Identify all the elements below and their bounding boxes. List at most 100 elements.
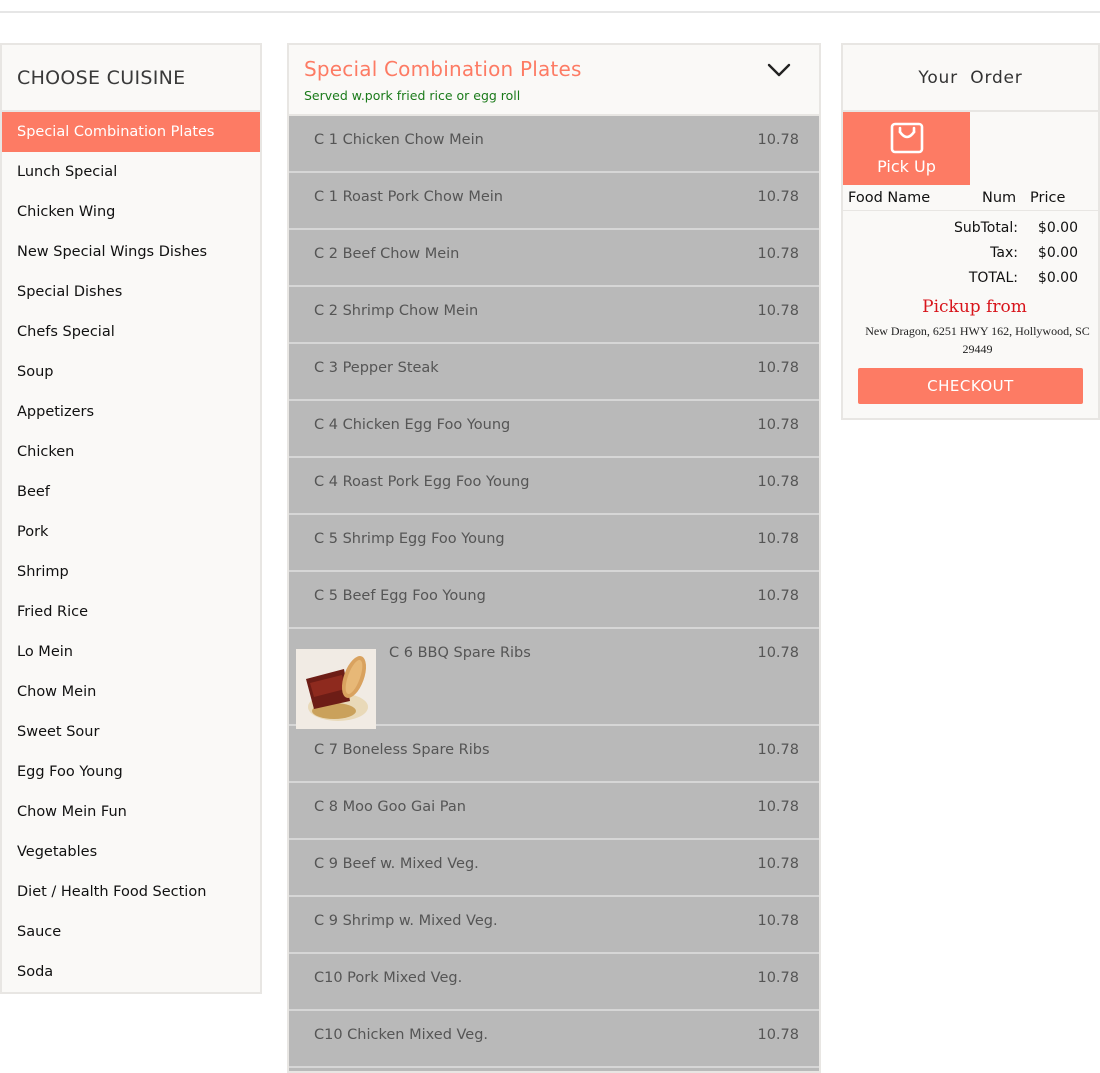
menu-item-name: C 4 Chicken Egg Foo Young [314,417,511,433]
order-title: Your Order [843,45,1098,112]
sidebar-item-appetizers[interactable]: Appetizers [2,392,260,432]
chevron-down-icon[interactable] [767,62,791,78]
sidebar-item-soda[interactable]: Soda [2,952,260,992]
menu-panel: Special Combination Plates Served w.pork… [287,43,821,1073]
menu-item-price: 10.78 [757,246,799,262]
column-price: Price [1030,189,1066,206]
menu-item-name: C 2 Shrimp Chow Mein [314,303,479,319]
menu-item-name: C 7 Boneless Spare Ribs [314,742,490,758]
menu-header[interactable]: Special Combination Plates Served w.pork… [289,45,819,116]
menu-item-name: C10 Pork Mixed Veg. [314,970,463,986]
sidebar-item-special-dishes[interactable]: Special Dishes [2,272,260,312]
sidebar-item-sweet-sour[interactable]: Sweet Sour [2,712,260,752]
menu-item-name: C 6 BBQ Spare Ribs [389,645,531,661]
menu-item-name: C 1 Roast Pork Chow Mein [314,189,503,205]
column-num: Num [982,189,1017,206]
menu-item-left: C 1 Chicken Chow Mein [314,132,484,148]
menu-item[interactable]: C 4 Chicken Egg Foo Young 10.78 [289,401,819,458]
sidebar-item-shrimp[interactable]: Shrimp [2,552,260,592]
sidebar-item-chow-mein-fun[interactable]: Chow Mein Fun [2,792,260,832]
cuisine-sidebar: CHOOSE CUISINE Special Combination Plate… [0,43,262,994]
menu-item-price: 10.78 [757,1027,799,1043]
sidebar-item-beef[interactable]: Beef [2,472,260,512]
menu-item-left: C 2 Shrimp Chow Mein [314,303,478,319]
pickup-button[interactable]: Pick Up [843,112,970,185]
sidebar-item-lunch-special[interactable]: Lunch Special [2,152,260,192]
menu-item-price: 10.78 [757,970,799,986]
menu-item-name: C10 Chicken Mixed Veg. [314,1027,489,1043]
top-divider [0,11,1100,13]
pickup-from-heading: Pickup from [922,297,1027,317]
sidebar-item-chow-mein[interactable]: Chow Mein [2,672,260,712]
checkout-button[interactable]: CHECKOUT [858,368,1083,404]
menu-item-price: 10.78 [757,913,799,929]
sidebar-item-diet-health-food-section[interactable]: Diet / Health Food Section [2,872,260,912]
menu-item-name: C 9 Beef w. Mixed Veg. [314,856,479,872]
subtotal-row: SubTotal: $0.00 [843,215,1098,240]
menu-item-left: C 1 Roast Pork Chow Mein [314,189,503,205]
menu-item-photo[interactable] [296,649,376,729]
menu-item[interactable]: C 1 Roast Pork Chow Mein 10.78 [289,173,819,230]
sidebar-item-chefs-special[interactable]: Chefs Special [2,312,260,352]
menu-item[interactable]: C 5 Beef Egg Foo Young 10.78 [289,572,819,629]
menu-item[interactable]: C10 Chicken Mixed Veg. 10.78 [289,1011,819,1068]
restaurant-address: New Dragon, 6251 HWY 162, Hollywood, SC … [865,324,1090,356]
sidebar-item-egg-foo-young[interactable]: Egg Foo Young [2,752,260,792]
menu-item[interactable]: C 2 Beef Chow Mein 10.78 [289,230,819,287]
sidebar-title: CHOOSE CUISINE [2,45,260,112]
menu-item-left: C 4 Chicken Egg Foo Young [314,417,510,433]
menu-item-name: C 9 Shrimp w. Mixed Veg. [314,913,498,929]
order-panel: Your Order Pick Up Food Name Num Price S… [841,43,1100,420]
menu-item[interactable]: C 7 Boneless Spare Ribs 10.78 [289,726,819,783]
order-columns: Food Name Num Price [843,185,1098,211]
menu-item[interactable]: C10 Pork Mixed Veg. 10.78 [289,954,819,1011]
menu-item-name: C 8 Moo Goo Gai Pan [314,799,466,815]
menu-item-left: C 6 BBQ Spare Ribs [296,645,531,729]
menu-item[interactable]: C 4 Roast Pork Egg Foo Young 10.78 [289,458,819,515]
sidebar-item-soup[interactable]: Soup [2,352,260,392]
total-row: TOTAL: $0.00 [843,265,1098,290]
menu-item[interactable]: C 5 Shrimp Egg Foo Young 10.78 [289,515,819,572]
sidebar-item-fried-rice[interactable]: Fried Rice [2,592,260,632]
menu-item[interactable]: C 1 Chicken Chow Mein 10.78 [289,116,819,173]
menu-item-price: 10.78 [757,588,799,604]
sidebar-item-chicken-wing[interactable]: Chicken Wing [2,192,260,232]
menu-item-list: C 1 Chicken Chow Mein 10.78 C 1 Roast Pork… [289,116,819,1068]
subtotal-label: SubTotal: [953,219,1018,236]
menu-item[interactable]: C 2 Shrimp Chow Mein 10.78 [289,287,819,344]
order-totals: SubTotal: $0.00 Tax: $0.00 TOTAL: $0.00 [843,211,1098,290]
menu-item[interactable]: C 3 Pepper Steak 10.78 [289,344,819,401]
menu-item-name: C 4 Roast Pork Egg Foo Young [314,474,530,490]
cuisine-list: Special Combination Plates Lunch Special C… [2,112,260,992]
menu-item-price: 10.78 [757,474,799,490]
tax-row: Tax: $0.00 [843,240,1098,265]
total-value: $0.00 [1037,269,1078,286]
sidebar-item-new-special-wings-dishes[interactable]: New Special Wings Dishes [2,232,260,272]
sidebar-item-sauce[interactable]: Sauce [2,912,260,952]
menu-item-price: 10.78 [757,799,799,815]
sidebar-item-lo-mein[interactable]: Lo Mein [2,632,260,672]
menu-item[interactable]: C 9 Shrimp w. Mixed Veg. 10.78 [289,897,819,954]
menu-item-price: 10.78 [757,360,799,376]
shopping-bag-icon [890,122,923,153]
sidebar-item-pork[interactable]: Pork [2,512,260,552]
menu-item[interactable]: C 9 Beef w. Mixed Veg. 10.78 [289,840,819,897]
sidebar-item-chicken[interactable]: Chicken [2,432,260,472]
menu-item-left: C 3 Pepper Steak [314,360,439,376]
sidebar-item-special-combination-plates[interactable]: Special Combination Plates [2,112,260,152]
tax-label: Tax: [990,244,1018,261]
menu-item-price: 10.78 [757,132,799,148]
tax-value: $0.00 [1037,244,1078,261]
menu-item-left: C 8 Moo Goo Gai Pan [314,799,466,815]
menu-item-left: C 7 Boneless Spare Ribs [314,742,490,758]
menu-item[interactable]: C 6 BBQ Spare Ribs 10.78 [289,629,819,729]
menu-subtitle: Served w.pork fried rice or egg roll [304,88,521,103]
menu-item-left: C10 Chicken Mixed Veg. [314,1027,488,1043]
menu-item[interactable]: C 8 Moo Goo Gai Pan 10.78 [289,783,819,840]
menu-item-price: 10.78 [757,645,799,661]
menu-item-left: C 5 Shrimp Egg Foo Young [314,531,505,547]
order-type-row: Pick Up [843,112,1098,185]
menu-item-name: C 5 Beef Egg Foo Young [314,588,486,604]
menu-item-price: 10.78 [757,189,799,205]
sidebar-item-vegetables[interactable]: Vegetables [2,832,260,872]
